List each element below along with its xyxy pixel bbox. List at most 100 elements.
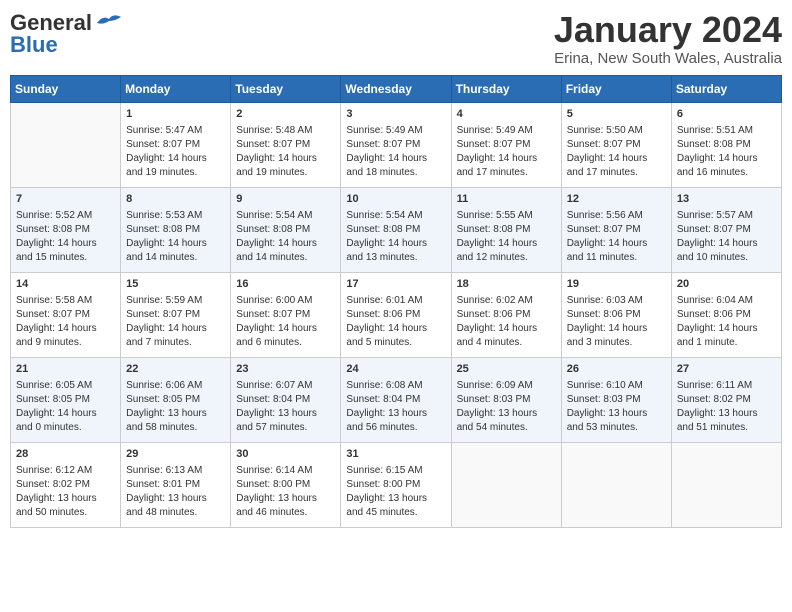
day-number: 13 xyxy=(677,192,776,207)
calendar-cell: 26Sunrise: 6:10 AMSunset: 8:03 PMDayligh… xyxy=(561,357,671,442)
cell-text: and 48 minutes. xyxy=(126,506,225,520)
cell-text: Sunrise: 6:06 AM xyxy=(126,379,225,393)
cell-text: Daylight: 14 hours xyxy=(457,152,556,166)
logo-bird-icon xyxy=(95,13,123,33)
cell-text: Daylight: 14 hours xyxy=(346,152,445,166)
calendar-cell xyxy=(451,442,561,527)
calendar-cell: 17Sunrise: 6:01 AMSunset: 8:06 PMDayligh… xyxy=(341,272,451,357)
cell-text: and 7 minutes. xyxy=(126,336,225,350)
cell-text: Sunset: 8:08 PM xyxy=(677,138,776,152)
cell-text: Sunset: 8:04 PM xyxy=(236,393,335,407)
cell-text: Daylight: 13 hours xyxy=(16,492,115,506)
cell-text: Daylight: 14 hours xyxy=(677,152,776,166)
cell-text: Sunrise: 6:04 AM xyxy=(677,294,776,308)
cell-text: Sunset: 8:07 PM xyxy=(567,223,666,237)
day-number: 9 xyxy=(236,192,335,207)
location-subtitle: Erina, New South Wales, Australia xyxy=(554,50,782,67)
cell-text: Sunset: 8:05 PM xyxy=(126,393,225,407)
day-number: 25 xyxy=(457,362,556,377)
cell-text: Sunset: 8:04 PM xyxy=(346,393,445,407)
cell-text: Daylight: 14 hours xyxy=(346,237,445,251)
cell-text: Sunset: 8:07 PM xyxy=(126,308,225,322)
cell-text: Daylight: 13 hours xyxy=(236,407,335,421)
cell-text: Sunrise: 6:03 AM xyxy=(567,294,666,308)
cell-text: and 0 minutes. xyxy=(16,421,115,435)
cell-text: Sunset: 8:07 PM xyxy=(16,308,115,322)
cell-text: Daylight: 14 hours xyxy=(567,237,666,251)
day-number: 24 xyxy=(346,362,445,377)
cell-text: Sunrise: 5:57 AM xyxy=(677,209,776,223)
cell-text: and 18 minutes. xyxy=(346,166,445,180)
cell-text: Daylight: 14 hours xyxy=(126,237,225,251)
cell-text: Sunset: 8:06 PM xyxy=(346,308,445,322)
cell-text: and 53 minutes. xyxy=(567,421,666,435)
calendar-cell: 23Sunrise: 6:07 AMSunset: 8:04 PMDayligh… xyxy=(231,357,341,442)
day-number: 1 xyxy=(126,107,225,122)
cell-text: Daylight: 14 hours xyxy=(567,152,666,166)
calendar-cell: 19Sunrise: 6:03 AMSunset: 8:06 PMDayligh… xyxy=(561,272,671,357)
cell-text: Sunrise: 5:49 AM xyxy=(457,124,556,138)
day-number: 19 xyxy=(567,277,666,292)
calendar-week-row: 1Sunrise: 5:47 AMSunset: 8:07 PMDaylight… xyxy=(11,102,782,187)
cell-text: and 1 minute. xyxy=(677,336,776,350)
cell-text: Sunrise: 6:10 AM xyxy=(567,379,666,393)
cell-text: Daylight: 14 hours xyxy=(126,322,225,336)
cell-text: Sunset: 8:06 PM xyxy=(457,308,556,322)
cell-text: Sunset: 8:03 PM xyxy=(457,393,556,407)
cell-text: Daylight: 13 hours xyxy=(126,407,225,421)
cell-text: and 9 minutes. xyxy=(16,336,115,350)
cell-text: and 3 minutes. xyxy=(567,336,666,350)
cell-text: Sunrise: 5:47 AM xyxy=(126,124,225,138)
day-number: 29 xyxy=(126,447,225,462)
cell-text: and 58 minutes. xyxy=(126,421,225,435)
cell-text: Sunrise: 6:13 AM xyxy=(126,464,225,478)
calendar-cell: 4Sunrise: 5:49 AMSunset: 8:07 PMDaylight… xyxy=(451,102,561,187)
calendar-cell: 7Sunrise: 5:52 AMSunset: 8:08 PMDaylight… xyxy=(11,187,121,272)
day-number: 28 xyxy=(16,447,115,462)
calendar-cell: 24Sunrise: 6:08 AMSunset: 8:04 PMDayligh… xyxy=(341,357,451,442)
calendar-cell: 5Sunrise: 5:50 AMSunset: 8:07 PMDaylight… xyxy=(561,102,671,187)
day-number: 20 xyxy=(677,277,776,292)
cell-text: and 51 minutes. xyxy=(677,421,776,435)
calendar-cell: 21Sunrise: 6:05 AMSunset: 8:05 PMDayligh… xyxy=(11,357,121,442)
cell-text: Sunset: 8:07 PM xyxy=(567,138,666,152)
cell-text: and 10 minutes. xyxy=(677,251,776,265)
cell-text: and 19 minutes. xyxy=(236,166,335,180)
cell-text: Sunrise: 5:56 AM xyxy=(567,209,666,223)
calendar-cell: 30Sunrise: 6:14 AMSunset: 8:00 PMDayligh… xyxy=(231,442,341,527)
calendar-header-row: SundayMondayTuesdayWednesdayThursdayFrid… xyxy=(11,75,782,102)
cell-text: Sunset: 8:02 PM xyxy=(677,393,776,407)
title-block: January 2024 Erina, New South Wales, Aus… xyxy=(554,10,782,67)
calendar-cell: 6Sunrise: 5:51 AMSunset: 8:08 PMDaylight… xyxy=(671,102,781,187)
cell-text: Daylight: 14 hours xyxy=(16,407,115,421)
cell-text: Sunset: 8:00 PM xyxy=(346,478,445,492)
cell-text: and 6 minutes. xyxy=(236,336,335,350)
cell-text: Sunrise: 6:07 AM xyxy=(236,379,335,393)
day-number: 2 xyxy=(236,107,335,122)
cell-text: Sunrise: 6:05 AM xyxy=(16,379,115,393)
day-number: 18 xyxy=(457,277,556,292)
header: General Blue January 2024 Erina, New Sou… xyxy=(10,10,782,67)
calendar-day-header: Friday xyxy=(561,75,671,102)
cell-text: Daylight: 14 hours xyxy=(236,152,335,166)
cell-text: Sunrise: 6:00 AM xyxy=(236,294,335,308)
cell-text: Sunrise: 6:01 AM xyxy=(346,294,445,308)
cell-text: Sunset: 8:08 PM xyxy=(126,223,225,237)
calendar-cell: 13Sunrise: 5:57 AMSunset: 8:07 PMDayligh… xyxy=(671,187,781,272)
logo-blue: Blue xyxy=(10,32,58,58)
calendar-day-header: Monday xyxy=(121,75,231,102)
cell-text: Daylight: 14 hours xyxy=(677,237,776,251)
day-number: 5 xyxy=(567,107,666,122)
day-number: 10 xyxy=(346,192,445,207)
cell-text: Sunset: 8:00 PM xyxy=(236,478,335,492)
calendar-cell: 27Sunrise: 6:11 AMSunset: 8:02 PMDayligh… xyxy=(671,357,781,442)
calendar-cell: 16Sunrise: 6:00 AMSunset: 8:07 PMDayligh… xyxy=(231,272,341,357)
cell-text: Sunrise: 5:58 AM xyxy=(16,294,115,308)
logo: General Blue xyxy=(10,10,123,58)
cell-text: Sunset: 8:07 PM xyxy=(126,138,225,152)
cell-text: Daylight: 13 hours xyxy=(457,407,556,421)
cell-text: and 19 minutes. xyxy=(126,166,225,180)
cell-text: Daylight: 14 hours xyxy=(567,322,666,336)
cell-text: Sunrise: 6:09 AM xyxy=(457,379,556,393)
calendar-cell: 8Sunrise: 5:53 AMSunset: 8:08 PMDaylight… xyxy=(121,187,231,272)
